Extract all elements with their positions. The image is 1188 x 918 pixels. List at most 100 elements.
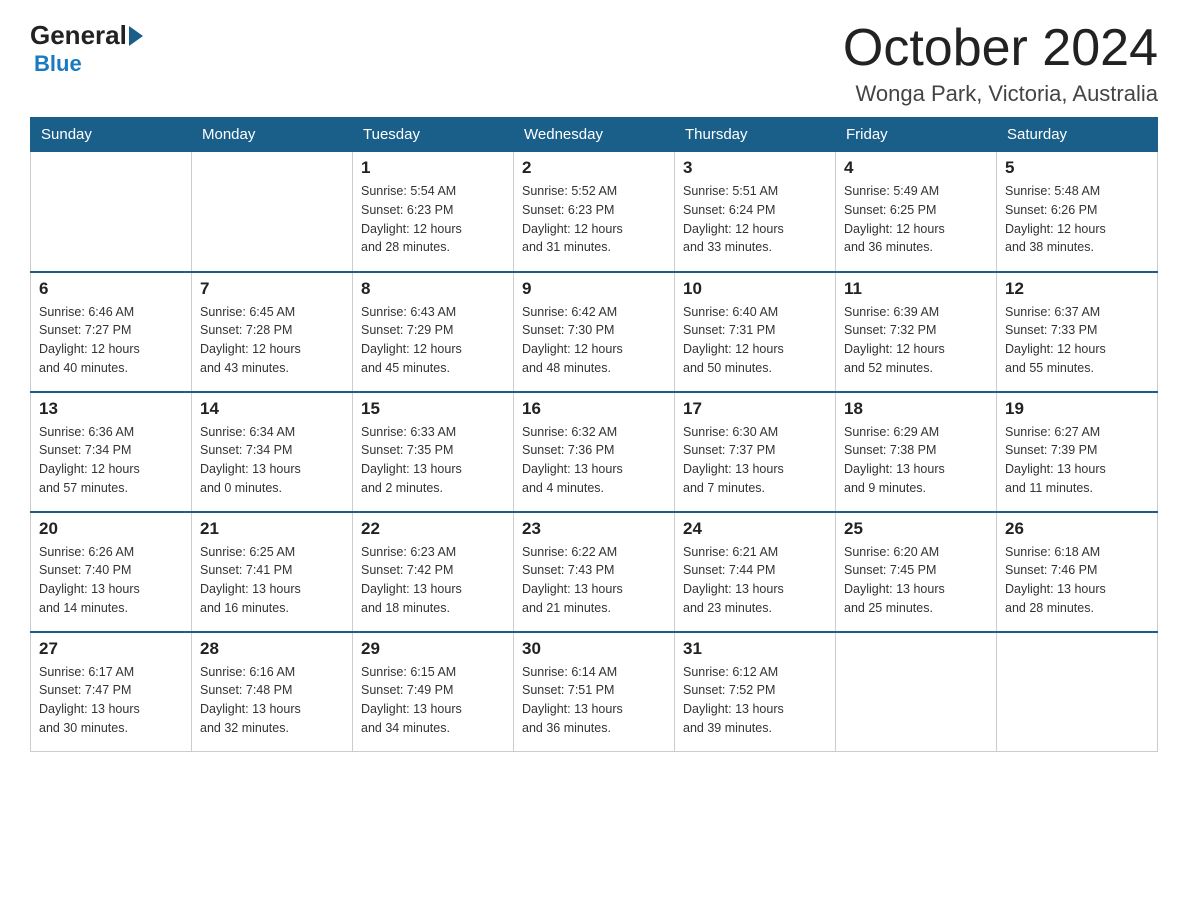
logo-arrow-icon bbox=[129, 26, 143, 46]
cell-sun-info: Sunrise: 6:23 AMSunset: 7:42 PMDaylight:… bbox=[361, 543, 505, 618]
cell-sun-info: Sunrise: 6:34 AMSunset: 7:34 PMDaylight:… bbox=[200, 423, 344, 498]
cell-day-number: 31 bbox=[683, 639, 827, 659]
cell-day-number: 5 bbox=[1005, 158, 1149, 178]
logo-blue-text: Blue bbox=[34, 51, 82, 77]
cell-sun-info: Sunrise: 6:29 AMSunset: 7:38 PMDaylight:… bbox=[844, 423, 988, 498]
calendar-cell: 12 Sunrise: 6:37 AMSunset: 7:33 PMDayligh… bbox=[997, 272, 1158, 392]
cell-sun-info: Sunrise: 6:26 AMSunset: 7:40 PMDaylight:… bbox=[39, 543, 183, 618]
calendar-header-saturday: Saturday bbox=[997, 118, 1158, 152]
calendar-cell: 27 Sunrise: 6:17 AMSunset: 7:47 PMDayligh… bbox=[31, 632, 192, 752]
calendar-cell: 16 Sunrise: 6:32 AMSunset: 7:36 PMDayligh… bbox=[514, 392, 675, 512]
calendar-cell bbox=[836, 632, 997, 752]
calendar-cell: 19 Sunrise: 6:27 AMSunset: 7:39 PMDayligh… bbox=[997, 392, 1158, 512]
cell-sun-info: Sunrise: 6:33 AMSunset: 7:35 PMDaylight:… bbox=[361, 423, 505, 498]
cell-sun-info: Sunrise: 6:36 AMSunset: 7:34 PMDaylight:… bbox=[39, 423, 183, 498]
calendar-cell: 10 Sunrise: 6:40 AMSunset: 7:31 PMDayligh… bbox=[675, 272, 836, 392]
calendar-cell: 17Sunrise: 6:30 AMSunset: 7:37 PMDayligh… bbox=[675, 392, 836, 512]
calendar-cell: 5 Sunrise: 5:48 AMSunset: 6:26 PMDaylight… bbox=[997, 152, 1158, 272]
cell-sun-info: Sunrise: 6:17 AMSunset: 7:47 PMDaylight:… bbox=[39, 663, 183, 738]
calendar-week-row-5: 27 Sunrise: 6:17 AMSunset: 7:47 PMDayligh… bbox=[31, 632, 1158, 752]
calendar-cell bbox=[192, 152, 353, 272]
calendar-cell: 30 Sunrise: 6:14 AMSunset: 7:51 PMDayligh… bbox=[514, 632, 675, 752]
calendar-cell: 28 Sunrise: 6:16 AMSunset: 7:48 PMDayligh… bbox=[192, 632, 353, 752]
cell-sun-info: Sunrise: 5:54 AMSunset: 6:23 PMDaylight:… bbox=[361, 182, 505, 257]
calendar-cell: 24Sunrise: 6:21 AMSunset: 7:44 PMDayligh… bbox=[675, 512, 836, 632]
calendar-header-sunday: Sunday bbox=[31, 118, 192, 152]
cell-day-number: 20 bbox=[39, 519, 183, 539]
calendar-cell bbox=[997, 632, 1158, 752]
cell-day-number: 9 bbox=[522, 279, 666, 299]
cell-day-number: 6 bbox=[39, 279, 183, 299]
cell-sun-info: Sunrise: 6:32 AMSunset: 7:36 PMDaylight:… bbox=[522, 423, 666, 498]
calendar-cell: 6 Sunrise: 6:46 AMSunset: 7:27 PMDaylight… bbox=[31, 272, 192, 392]
cell-day-number: 30 bbox=[522, 639, 666, 659]
calendar-cell: 4Sunrise: 5:49 AMSunset: 6:25 PMDaylight… bbox=[836, 152, 997, 272]
cell-day-number: 26 bbox=[1005, 519, 1149, 539]
calendar-header-thursday: Thursday bbox=[675, 118, 836, 152]
cell-day-number: 29 bbox=[361, 639, 505, 659]
logo-general-text: General bbox=[30, 20, 127, 51]
cell-day-number: 16 bbox=[522, 399, 666, 419]
calendar-cell: 22 Sunrise: 6:23 AMSunset: 7:42 PMDayligh… bbox=[353, 512, 514, 632]
cell-day-number: 13 bbox=[39, 399, 183, 419]
cell-sun-info: Sunrise: 6:27 AMSunset: 7:39 PMDaylight:… bbox=[1005, 423, 1149, 498]
cell-sun-info: Sunrise: 6:37 AMSunset: 7:33 PMDaylight:… bbox=[1005, 303, 1149, 378]
cell-sun-info: Sunrise: 6:22 AMSunset: 7:43 PMDaylight:… bbox=[522, 543, 666, 618]
cell-day-number: 3 bbox=[683, 158, 827, 178]
cell-day-number: 8 bbox=[361, 279, 505, 299]
cell-day-number: 28 bbox=[200, 639, 344, 659]
cell-sun-info: Sunrise: 6:16 AMSunset: 7:48 PMDaylight:… bbox=[200, 663, 344, 738]
calendar-cell: 13 Sunrise: 6:36 AMSunset: 7:34 PMDayligh… bbox=[31, 392, 192, 512]
calendar-week-row-4: 20 Sunrise: 6:26 AMSunset: 7:40 PMDayligh… bbox=[31, 512, 1158, 632]
cell-sun-info: Sunrise: 6:18 AMSunset: 7:46 PMDaylight:… bbox=[1005, 543, 1149, 618]
month-title: October 2024 bbox=[843, 20, 1158, 77]
cell-day-number: 22 bbox=[361, 519, 505, 539]
cell-day-number: 27 bbox=[39, 639, 183, 659]
cell-day-number: 21 bbox=[200, 519, 344, 539]
cell-sun-info: Sunrise: 6:40 AMSunset: 7:31 PMDaylight:… bbox=[683, 303, 827, 378]
calendar-header-wednesday: Wednesday bbox=[514, 118, 675, 152]
calendar-week-row-2: 6 Sunrise: 6:46 AMSunset: 7:27 PMDaylight… bbox=[31, 272, 1158, 392]
cell-sun-info: Sunrise: 6:42 AMSunset: 7:30 PMDaylight:… bbox=[522, 303, 666, 378]
cell-sun-info: Sunrise: 5:51 AMSunset: 6:24 PMDaylight:… bbox=[683, 182, 827, 257]
calendar-header-row: SundayMondayTuesdayWednesdayThursdayFrid… bbox=[31, 118, 1158, 152]
calendar-cell: 8 Sunrise: 6:43 AMSunset: 7:29 PMDaylight… bbox=[353, 272, 514, 392]
cell-sun-info: Sunrise: 5:48 AMSunset: 6:26 PMDaylight:… bbox=[1005, 182, 1149, 257]
calendar-table: SundayMondayTuesdayWednesdayThursdayFrid… bbox=[30, 117, 1158, 752]
cell-day-number: 18 bbox=[844, 399, 988, 419]
logo: General Blue bbox=[30, 20, 145, 77]
cell-day-number: 12 bbox=[1005, 279, 1149, 299]
calendar-cell: 20 Sunrise: 6:26 AMSunset: 7:40 PMDayligh… bbox=[31, 512, 192, 632]
calendar-header-tuesday: Tuesday bbox=[353, 118, 514, 152]
cell-sun-info: Sunrise: 6:43 AMSunset: 7:29 PMDaylight:… bbox=[361, 303, 505, 378]
calendar-cell: 18 Sunrise: 6:29 AMSunset: 7:38 PMDayligh… bbox=[836, 392, 997, 512]
cell-sun-info: Sunrise: 6:46 AMSunset: 7:27 PMDaylight:… bbox=[39, 303, 183, 378]
calendar-cell: 2 Sunrise: 5:52 AMSunset: 6:23 PMDaylight… bbox=[514, 152, 675, 272]
cell-sun-info: Sunrise: 6:39 AMSunset: 7:32 PMDaylight:… bbox=[844, 303, 988, 378]
cell-sun-info: Sunrise: 5:49 AMSunset: 6:25 PMDaylight:… bbox=[844, 182, 988, 257]
calendar-cell: 15 Sunrise: 6:33 AMSunset: 7:35 PMDayligh… bbox=[353, 392, 514, 512]
calendar-cell: 25Sunrise: 6:20 AMSunset: 7:45 PMDayligh… bbox=[836, 512, 997, 632]
calendar-cell: 31 Sunrise: 6:12 AMSunset: 7:52 PMDayligh… bbox=[675, 632, 836, 752]
cell-sun-info: Sunrise: 6:12 AMSunset: 7:52 PMDaylight:… bbox=[683, 663, 827, 738]
title-block: October 2024 Wonga Park, Victoria, Austr… bbox=[843, 20, 1158, 107]
cell-day-number: 10 bbox=[683, 279, 827, 299]
cell-day-number: 15 bbox=[361, 399, 505, 419]
cell-day-number: 23 bbox=[522, 519, 666, 539]
cell-day-number: 14 bbox=[200, 399, 344, 419]
cell-sun-info: Sunrise: 6:14 AMSunset: 7:51 PMDaylight:… bbox=[522, 663, 666, 738]
cell-sun-info: Sunrise: 6:45 AMSunset: 7:28 PMDaylight:… bbox=[200, 303, 344, 378]
calendar-cell: 1Sunrise: 5:54 AMSunset: 6:23 PMDaylight… bbox=[353, 152, 514, 272]
cell-day-number: 19 bbox=[1005, 399, 1149, 419]
calendar-week-row-3: 13 Sunrise: 6:36 AMSunset: 7:34 PMDayligh… bbox=[31, 392, 1158, 512]
cell-day-number: 7 bbox=[200, 279, 344, 299]
calendar-cell: 14 Sunrise: 6:34 AMSunset: 7:34 PMDayligh… bbox=[192, 392, 353, 512]
calendar-cell: 29Sunrise: 6:15 AMSunset: 7:49 PMDayligh… bbox=[353, 632, 514, 752]
cell-sun-info: Sunrise: 6:25 AMSunset: 7:41 PMDaylight:… bbox=[200, 543, 344, 618]
calendar-cell: 7 Sunrise: 6:45 AMSunset: 7:28 PMDaylight… bbox=[192, 272, 353, 392]
cell-sun-info: Sunrise: 5:52 AMSunset: 6:23 PMDaylight:… bbox=[522, 182, 666, 257]
cell-day-number: 2 bbox=[522, 158, 666, 178]
calendar-header-monday: Monday bbox=[192, 118, 353, 152]
cell-day-number: 25 bbox=[844, 519, 988, 539]
calendar-cell: 3 Sunrise: 5:51 AMSunset: 6:24 PMDaylight… bbox=[675, 152, 836, 272]
